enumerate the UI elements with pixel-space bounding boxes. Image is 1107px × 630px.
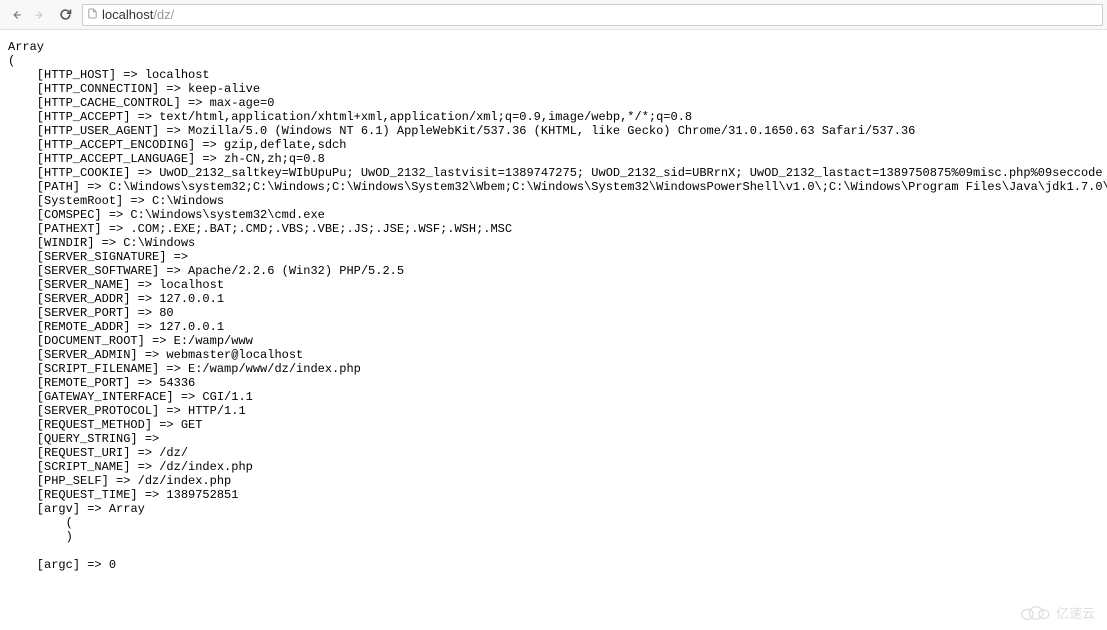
page-icon	[87, 7, 98, 23]
watermark-text: 亿速云	[1056, 603, 1095, 622]
url-path: /dz/	[153, 7, 174, 22]
array-entries: [HTTP_HOST] => localhost [HTTP_CONNECTIO…	[8, 68, 1107, 502]
url-host: localhost	[102, 7, 153, 22]
cloud-icon	[1020, 604, 1050, 622]
url-bar[interactable]: localhost/dz/	[82, 4, 1103, 26]
reload-button[interactable]	[52, 3, 78, 27]
arrow-left-icon	[9, 8, 23, 22]
forward-button[interactable]	[28, 3, 52, 27]
open-paren: (	[8, 54, 15, 68]
browser-toolbar: localhost/dz/	[0, 0, 1107, 30]
back-button[interactable]	[4, 3, 28, 27]
arrow-right-icon	[33, 8, 47, 22]
array-header: Array	[8, 40, 44, 54]
watermark: 亿速云	[1020, 603, 1095, 622]
reload-icon	[58, 7, 73, 22]
page-content: Array ( [HTTP_HOST] => localhost [HTTP_C…	[0, 30, 1107, 582]
